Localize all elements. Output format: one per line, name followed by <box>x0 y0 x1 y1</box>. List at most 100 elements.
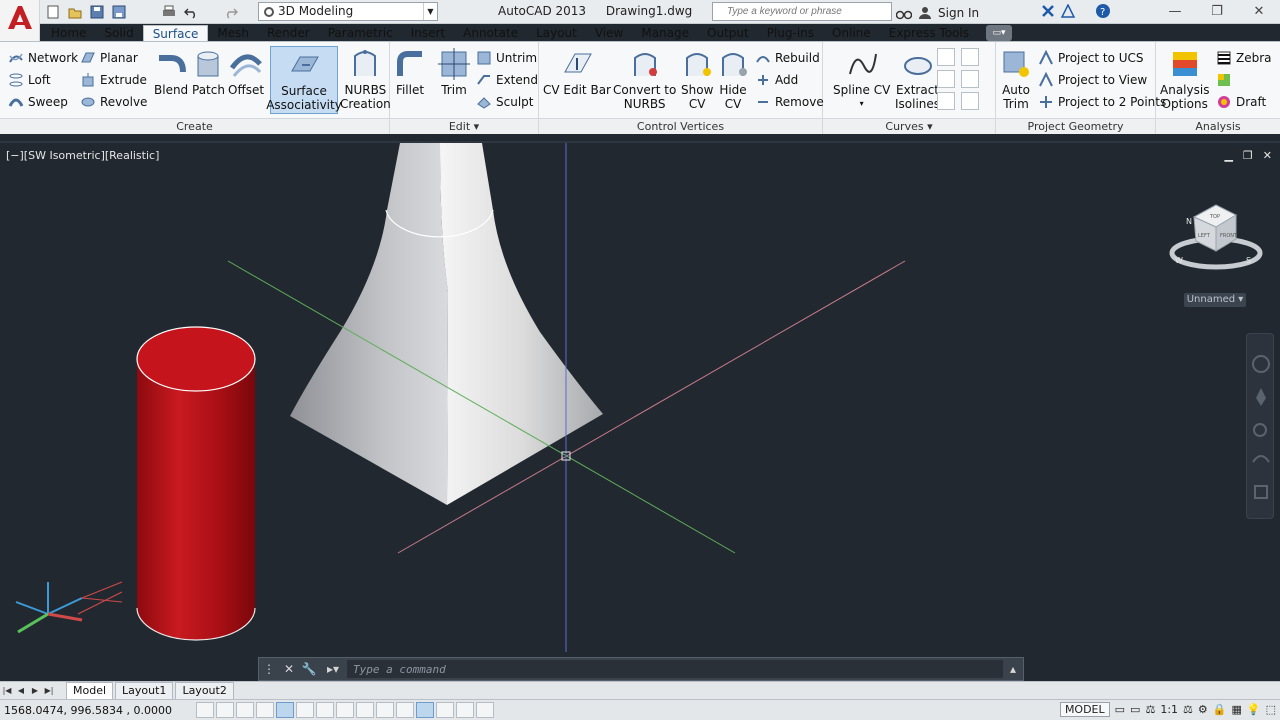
annotation-visibility-icon[interactable]: ⚖ <box>1183 703 1193 716</box>
hide-cv-button[interactable]: Hide CV <box>717 48 749 111</box>
project-to-ucs-button[interactable]: Project to UCS <box>1038 48 1144 68</box>
lock-ui-icon[interactable]: 🔒 <box>1213 703 1227 716</box>
zebra-button[interactable]: Zebra <box>1216 48 1272 68</box>
trim-button[interactable]: Trim <box>438 48 470 97</box>
project-to-2-points-button[interactable]: Project to 2 Points <box>1038 92 1166 112</box>
panel-title-analysis[interactable]: Analysis <box>1156 118 1280 134</box>
ucs-menu-button[interactable]: Unnamed ▾ <box>1184 293 1246 307</box>
patch-button[interactable]: Patch <box>192 48 225 97</box>
spline-cv-button[interactable]: Spline CV ▾ <box>833 48 890 111</box>
save-as-icon[interactable] <box>110 3 128 21</box>
workspace-switching-icon[interactable]: ⚙ <box>1198 703 1208 716</box>
tab-layout1[interactable]: Layout1 <box>115 682 174 699</box>
revolve-button[interactable]: Revolve <box>80 92 147 112</box>
showmotion-icon[interactable] <box>1254 485 1268 499</box>
isolate-objects-icon[interactable]: 💡 <box>1247 703 1261 716</box>
lineweight-toggle[interactable] <box>396 702 414 718</box>
surface-associativity-button[interactable]: Surface Associativity <box>266 46 342 114</box>
object-snap-toggle[interactable] <box>296 702 314 718</box>
steering-wheel-icon[interactable] <box>1252 355 1270 373</box>
extract-isolines-button[interactable]: Extract Isolines <box>895 48 940 111</box>
prev-tab-icon[interactable]: ◀ <box>14 686 28 695</box>
curve-tool-2-icon[interactable] <box>961 48 979 66</box>
selection-cycling-toggle[interactable] <box>456 702 474 718</box>
dynamic-input-toggle[interactable] <box>376 702 394 718</box>
tab-model[interactable]: Model <box>66 682 114 699</box>
drawing-viewport[interactable]: [−][SW Isometric][Realistic] ▁ ❐ ✕ TOP L… <box>0 141 1280 680</box>
dynamic-ucs-toggle[interactable] <box>356 702 374 718</box>
viewcube[interactable]: TOP LEFT FRONT N W S <box>1166 195 1266 275</box>
tab-layout[interactable]: Layout <box>527 25 586 42</box>
tab-output[interactable]: Output <box>698 25 758 42</box>
zoom-icon[interactable] <box>1253 423 1267 437</box>
coordinates-readout[interactable]: 1568.0474, 996.5834 , 0.0000 <box>0 704 196 717</box>
cv-edit-bar-button[interactable]: CV Edit Bar <box>543 48 611 97</box>
tab-mesh[interactable]: Mesh <box>208 25 258 42</box>
sweep-button[interactable]: Sweep <box>8 92 68 112</box>
curve-tool-4-icon[interactable] <box>961 70 979 88</box>
plot-icon[interactable] <box>160 3 178 21</box>
panel-title-curves[interactable]: Curves ▾ <box>823 118 995 134</box>
red-cylinder[interactable] <box>136 326 256 641</box>
ortho-mode-toggle[interactable] <box>256 702 274 718</box>
tab-plug-ins[interactable]: Plug-ins <box>758 25 823 42</box>
tab-home[interactable]: Home <box>42 25 95 42</box>
save-icon[interactable] <box>88 3 106 21</box>
tab-annotate[interactable]: Annotate <box>454 25 527 42</box>
customize-icon[interactable]: 🔧 <box>299 658 319 680</box>
quick-view-layouts-icon[interactable]: ▭ <box>1115 703 1125 716</box>
model-space-button[interactable]: MODEL <box>1059 702 1110 717</box>
tab-render[interactable]: Render <box>258 25 319 42</box>
command-grip-icon[interactable]: ⋮ <box>259 658 279 680</box>
auto-trim-button[interactable]: Auto Trim <box>1000 48 1032 111</box>
nurbs-creation-button[interactable]: NURBS Creation <box>340 48 391 111</box>
tab-view[interactable]: View <box>586 25 632 42</box>
annotation-scale-value[interactable]: 1:1 <box>1160 703 1178 716</box>
blend-button[interactable]: Blend <box>154 48 188 97</box>
tab-layout2[interactable]: Layout2 <box>175 682 234 699</box>
gizmo-toggle[interactable] <box>476 702 494 718</box>
snap-mode-toggle[interactable] <box>216 702 234 718</box>
ribbon-minimize-button[interactable]: ▭▾ <box>985 25 1012 41</box>
infer-constraints-toggle[interactable] <box>196 702 214 718</box>
next-tab-icon[interactable]: ▶ <box>28 686 42 695</box>
tab-express-tools[interactable]: Express Tools <box>880 25 978 42</box>
minimize-icon[interactable]: — <box>1154 0 1196 22</box>
application-menu-button[interactable] <box>0 0 40 44</box>
show-cv-button[interactable]: Show CV <box>681 48 713 111</box>
viewport-restore-icon[interactable]: ❐ <box>1243 149 1253 162</box>
stay-connected-icon[interactable] <box>1060 3 1076 21</box>
extend-button[interactable]: Extend <box>476 70 538 90</box>
undo-icon[interactable] <box>182 3 200 21</box>
command-prompt-icon[interactable]: ▸▾ <box>319 658 347 680</box>
untrim-button[interactable]: Untrim <box>476 48 537 68</box>
quick-view-drawings-icon[interactable]: ▭ <box>1130 703 1140 716</box>
clean-screen-icon[interactable]: ⬚ <box>1266 703 1276 716</box>
user-icon[interactable] <box>918 6 932 20</box>
tab-parametric[interactable]: Parametric <box>319 25 402 42</box>
close-icon[interactable]: ✕ <box>1238 0 1280 22</box>
transparency-toggle[interactable] <box>416 702 434 718</box>
new-file-icon[interactable] <box>44 3 62 21</box>
viewport-close-icon[interactable]: ✕ <box>1263 149 1272 162</box>
command-history-icon[interactable]: ▴ <box>1003 658 1023 680</box>
last-tab-icon[interactable]: ▶| <box>42 686 56 695</box>
grid-display-toggle[interactable] <box>236 702 254 718</box>
remove-cv-button[interactable]: Remove <box>755 92 824 112</box>
add-cv-button[interactable]: Add <box>755 70 798 90</box>
loft-button[interactable]: Loft <box>8 70 51 90</box>
viewport-label[interactable]: [−][SW Isometric][Realistic] <box>6 149 159 162</box>
planar-button[interactable]: Planar <box>80 48 138 68</box>
curvature-button[interactable] <box>1216 70 1236 90</box>
extrude-button[interactable]: Extrude <box>80 70 147 90</box>
sculpt-button[interactable]: Sculpt <box>476 92 533 112</box>
fillet-button[interactable]: Fillet <box>394 48 426 97</box>
restore-icon[interactable]: ❐ <box>1196 0 1238 22</box>
network-button[interactable]: Network <box>8 48 78 68</box>
panel-title-create[interactable]: Create <box>0 118 389 134</box>
tab-surface[interactable]: Surface <box>142 25 209 42</box>
object-snap-tracking-toggle[interactable] <box>336 702 354 718</box>
viewport-minimize-icon[interactable]: ▁ <box>1224 149 1232 162</box>
tab-solid[interactable]: Solid <box>95 25 142 42</box>
panel-title-project-geometry[interactable]: Project Geometry <box>996 118 1155 134</box>
